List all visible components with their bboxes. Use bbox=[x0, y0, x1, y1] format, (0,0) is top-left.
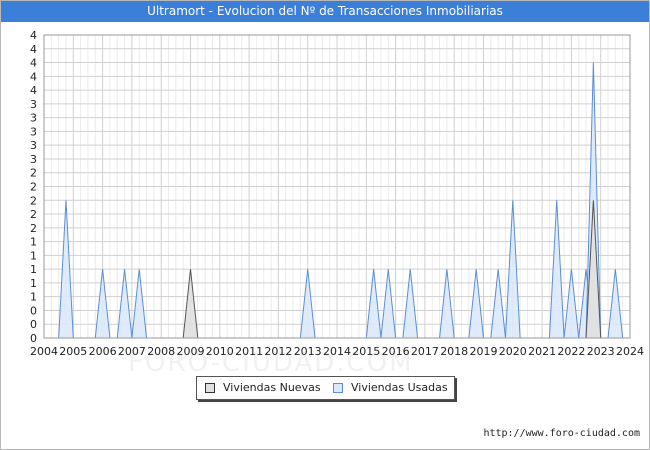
footer-url: http://www.foro-ciudad.com bbox=[483, 428, 640, 439]
y-tick-label: 0 bbox=[30, 332, 37, 345]
y-tick-label: 4 bbox=[30, 57, 37, 70]
x-tick-label: 2016 bbox=[382, 345, 410, 358]
y-tick-label: 1 bbox=[30, 236, 37, 249]
y-tick-label: 2 bbox=[30, 167, 37, 180]
x-tick-label: 2021 bbox=[528, 345, 556, 358]
x-tick-label: 2008 bbox=[147, 345, 175, 358]
y-tick-label: 3 bbox=[30, 153, 37, 166]
x-tick-label: 2013 bbox=[294, 345, 322, 358]
y-tick-label: 1 bbox=[30, 277, 37, 290]
y-tick-label: 2 bbox=[30, 208, 37, 221]
x-tick-label: 2017 bbox=[411, 345, 439, 358]
y-tick-label: 4 bbox=[30, 84, 37, 97]
x-tick-label: 2020 bbox=[499, 345, 527, 358]
legend-label-usadas: Viviendas Usadas bbox=[351, 381, 448, 394]
x-tick-label: 2005 bbox=[59, 345, 87, 358]
y-tick-label: 0 bbox=[30, 318, 37, 331]
y-tick-label: 3 bbox=[30, 139, 37, 152]
x-tick-label: 2007 bbox=[118, 345, 146, 358]
y-tick-label: 3 bbox=[30, 98, 37, 111]
x-tick-label: 2004 bbox=[30, 345, 58, 358]
x-tick-label: 2023 bbox=[587, 345, 615, 358]
x-tick-label: 2024 bbox=[616, 345, 644, 358]
x-tick-label: 2006 bbox=[89, 345, 117, 358]
legend-swatch-usadas bbox=[333, 382, 343, 393]
y-tick-label: 4 bbox=[30, 29, 37, 42]
y-tick-label: 1 bbox=[30, 249, 37, 262]
legend-item-usadas: Viviendas Usadas bbox=[333, 381, 448, 394]
x-tick-label: 2015 bbox=[352, 345, 380, 358]
y-tick-label: 4 bbox=[30, 43, 37, 56]
legend: Viviendas Nuevas Viviendas Usadas bbox=[196, 376, 455, 400]
legend-label-nuevas: Viviendas Nuevas bbox=[223, 381, 321, 394]
x-tick-label: 2009 bbox=[177, 345, 205, 358]
y-tick-label: 4 bbox=[30, 70, 37, 83]
legend-item-nuevas: Viviendas Nuevas bbox=[205, 381, 321, 394]
x-tick-label: 2019 bbox=[470, 345, 498, 358]
x-tick-label: 2012 bbox=[264, 345, 292, 358]
y-tick-label: 3 bbox=[30, 112, 37, 125]
legend-swatch-nuevas bbox=[205, 382, 215, 393]
y-tick-label: 1 bbox=[30, 263, 37, 276]
x-tick-label: 2011 bbox=[235, 345, 263, 358]
y-tick-label: 3 bbox=[30, 125, 37, 138]
x-tick-label: 2014 bbox=[323, 345, 351, 358]
x-tick-label: 2010 bbox=[206, 345, 234, 358]
y-tick-label: 2 bbox=[30, 194, 37, 207]
x-tick-label: 2018 bbox=[440, 345, 468, 358]
y-tick-label: 2 bbox=[30, 222, 37, 235]
y-tick-label: 0 bbox=[30, 304, 37, 317]
y-tick-label: 2 bbox=[30, 181, 37, 194]
x-tick-label: 2022 bbox=[557, 345, 585, 358]
y-tick-label: 1 bbox=[30, 291, 37, 304]
